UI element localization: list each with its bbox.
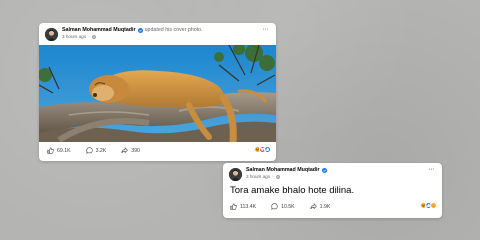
post-timestamp[interactable]: 3 hours ago	[246, 174, 270, 179]
share-count[interactable]: 390	[121, 147, 140, 154]
like-count[interactable]: 69.1K	[47, 147, 71, 154]
verified-badge-icon	[137, 27, 143, 33]
post-header: Salman Mohammad Muqtadir updated his cov…	[45, 27, 203, 41]
post-stats: 69.1K 3.2K 390	[47, 147, 155, 154]
post-body-text: Tora amake bhalo hote dilina.	[230, 185, 355, 196]
post-stats: 113.4K 10.5K 1.9K	[230, 203, 345, 210]
more-options-button[interactable]: ···	[429, 166, 435, 173]
cover-photo-post-card: Salman Mohammad Muqtadir updated his cov…	[39, 23, 276, 161]
share-icon	[310, 203, 317, 210]
comment-count[interactable]: 10.5K	[271, 203, 295, 210]
comment-icon	[85, 147, 93, 154]
share-count[interactable]: 1.9K	[310, 203, 330, 210]
avatar[interactable]	[229, 168, 242, 181]
author-name[interactable]: Salman Mohammad Muqtadir	[246, 167, 320, 173]
post-action-text: updated his cover photo.	[144, 27, 203, 33]
text-post-card: Salman Mohammad Muqtadir 3 hours ago · ·…	[223, 163, 442, 218]
like-icon	[230, 203, 237, 210]
globe-icon	[91, 34, 96, 39]
like-count[interactable]: 113.4K	[230, 203, 256, 210]
lion-on-branch-image	[39, 45, 276, 142]
reaction-summary[interactable]	[254, 146, 271, 153]
author-name[interactable]: Salman Mohammad Muqtadir	[62, 27, 136, 33]
share-icon	[121, 147, 129, 154]
cover-photo[interactable]	[39, 45, 276, 142]
comment-count[interactable]: 3.2K	[85, 147, 106, 154]
separator: ·	[272, 174, 274, 179]
reaction-summary[interactable]	[420, 202, 437, 209]
care-icon	[430, 202, 437, 209]
like-icon	[264, 146, 271, 153]
like-icon	[47, 147, 54, 154]
verified-badge-icon	[321, 167, 327, 173]
more-options-button[interactable]: ···	[263, 26, 269, 33]
separator: ·	[88, 34, 90, 39]
post-header: Salman Mohammad Muqtadir 3 hours ago ·	[229, 167, 329, 181]
comment-icon	[271, 203, 278, 210]
avatar[interactable]	[45, 28, 58, 41]
globe-icon	[275, 174, 280, 179]
post-timestamp[interactable]: 3 hours ago	[62, 34, 86, 39]
